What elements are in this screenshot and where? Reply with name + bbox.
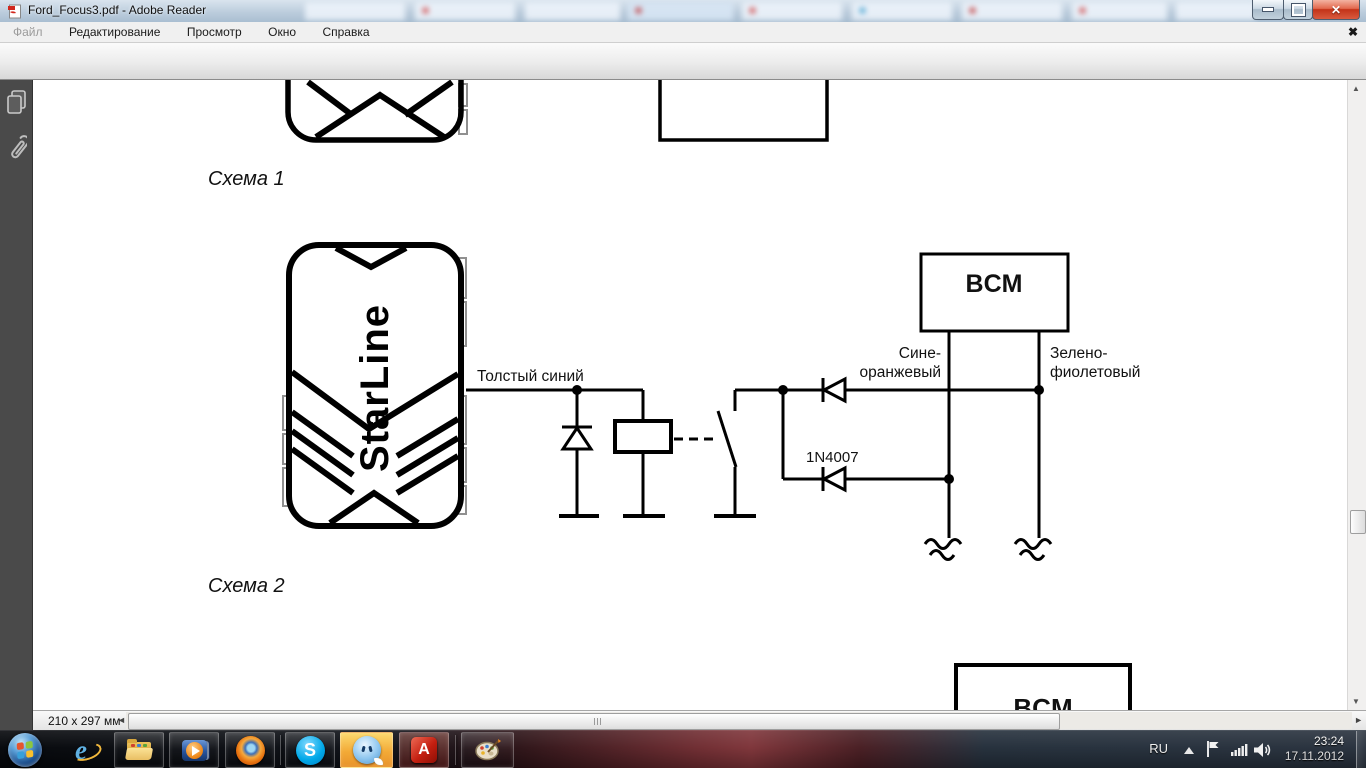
action-center-flag-icon[interactable] bbox=[1206, 740, 1220, 758]
title-bar: Ford_Focus3.pdf - Adobe Reader ✕ bbox=[0, 0, 1366, 22]
windows-start-icon bbox=[8, 733, 42, 767]
document-page[interactable]: Схема 1 StarLine bbox=[33, 80, 1347, 710]
background-browser-tab bbox=[415, 2, 515, 20]
taskbar-separator bbox=[455, 735, 456, 765]
horizontal-scrollbar-thumb[interactable] bbox=[128, 713, 1060, 730]
media-player-icon bbox=[182, 740, 207, 761]
taskbar-adobe-reader[interactable]: A bbox=[399, 732, 449, 768]
attachments-paperclip-icon[interactable] bbox=[7, 132, 27, 166]
internet-explorer-icon: e bbox=[75, 735, 87, 765]
circuit-diagram: Схема 1 StarLine bbox=[33, 80, 1347, 710]
wire-label-green-violet-1: Зелено- bbox=[1050, 345, 1107, 362]
volume-icon[interactable] bbox=[1254, 743, 1272, 757]
close-button[interactable]: ✕ bbox=[1312, 0, 1360, 20]
background-browser-tab bbox=[525, 2, 620, 20]
relay-coil-box bbox=[615, 421, 671, 452]
network-signal-icon[interactable] bbox=[1231, 744, 1248, 756]
tray-language-indicator[interactable]: RU bbox=[1149, 741, 1168, 756]
close-document-icon[interactable]: ✖ bbox=[1348, 25, 1358, 39]
page-thumbnails-icon[interactable] bbox=[7, 90, 27, 116]
menu-view[interactable]: Просмотр bbox=[176, 22, 253, 42]
start-button[interactable] bbox=[5, 732, 45, 768]
background-browser-tab bbox=[1176, 2, 1256, 20]
show-desktop-button[interactable] bbox=[1356, 731, 1366, 769]
taskbar-mailru-agent[interactable] bbox=[340, 732, 393, 768]
scheme2-caption: Схема 2 bbox=[208, 575, 285, 597]
scroll-up-icon[interactable]: ▲ bbox=[1352, 84, 1362, 93]
pdf-document-icon bbox=[7, 4, 22, 19]
taskbar-internet-explorer[interactable]: e bbox=[58, 732, 104, 768]
background-browser-tab bbox=[305, 2, 405, 20]
taskbar-firefox[interactable] bbox=[225, 732, 275, 768]
wire-label-thick-blue: Толстый синий bbox=[477, 368, 584, 385]
status-bar: 210 x 297 мм ◄ ► bbox=[33, 710, 1366, 730]
taskbar-windows-explorer[interactable] bbox=[114, 732, 164, 768]
taskbar-separator bbox=[280, 735, 281, 765]
menu-bar: Файл Редактирование Просмотр Окно Справк… bbox=[0, 22, 1366, 42]
bcm-label: BCM bbox=[966, 270, 1023, 298]
mailru-agent-icon bbox=[353, 736, 381, 764]
menu-edit[interactable]: Редактирование bbox=[58, 22, 171, 42]
restore-icon bbox=[1292, 4, 1305, 16]
scheme1-caption: Схема 1 bbox=[208, 168, 285, 190]
taskbar-media-player[interactable] bbox=[169, 732, 219, 768]
starline-unit: StarLine bbox=[283, 245, 466, 526]
firefox-icon bbox=[236, 736, 265, 765]
scroll-left-icon[interactable]: ◄ bbox=[117, 715, 126, 725]
minimize-button[interactable] bbox=[1252, 0, 1284, 20]
taskbar-skype[interactable]: S bbox=[285, 732, 335, 768]
scrollbar-grip-icon bbox=[594, 718, 603, 725]
page-size-label: 210 x 297 мм bbox=[48, 714, 121, 728]
background-browser-tab bbox=[1072, 2, 1167, 20]
menu-file[interactable]: Файл bbox=[2, 22, 54, 42]
toolbar: 10 / 11 150% ▼ bbox=[0, 42, 1366, 80]
restore-button[interactable] bbox=[1283, 0, 1313, 20]
wire-label-green-violet-2: фиолетовый bbox=[1050, 364, 1140, 381]
wire-label-blue-orange-1: Сине- bbox=[899, 345, 941, 362]
tray-clock[interactable]: 23:24 17.11.2012 bbox=[1285, 734, 1344, 764]
tray-date: 17.11.2012 bbox=[1285, 749, 1344, 764]
diode-symbols bbox=[562, 378, 845, 491]
horizontal-scrollbar[interactable] bbox=[126, 712, 1352, 729]
bcm-bottom-label: BCM bbox=[1013, 693, 1072, 710]
skype-icon: S bbox=[296, 736, 325, 765]
background-browser-tab bbox=[628, 2, 733, 20]
menu-help[interactable]: Справка bbox=[311, 22, 380, 42]
scheme2-wiring bbox=[466, 331, 1051, 560]
window-title: Ford_Focus3.pdf - Adobe Reader bbox=[28, 3, 206, 17]
scheme1-partial bbox=[288, 80, 827, 140]
starline-logo-text: StarLine bbox=[353, 304, 397, 472]
minimize-icon bbox=[1262, 7, 1274, 12]
vertical-scrollbar-thumb[interactable] bbox=[1350, 510, 1366, 534]
vertical-scrollbar[interactable]: ▲ ▼ bbox=[1347, 80, 1366, 710]
adobe-reader-icon: A bbox=[411, 737, 437, 763]
background-browser-tab bbox=[742, 2, 842, 20]
background-browser-tab bbox=[852, 2, 952, 20]
scroll-down-icon[interactable]: ▼ bbox=[1352, 697, 1362, 706]
paint-icon bbox=[474, 737, 502, 763]
window-controls: ✕ bbox=[1253, 0, 1360, 20]
close-icon: ✕ bbox=[1331, 3, 1341, 17]
scroll-right-icon[interactable]: ► bbox=[1354, 715, 1363, 725]
tray-expand-icon[interactable] bbox=[1184, 747, 1194, 755]
background-browser-tab bbox=[962, 2, 1062, 20]
diode-part-label: 1N4007 bbox=[806, 449, 859, 466]
wire-label-blue-orange-2: оранжевый bbox=[860, 364, 941, 381]
taskbar: e S A RU bbox=[0, 730, 1366, 768]
tray-time: 23:24 bbox=[1285, 734, 1344, 749]
navigation-sidebar bbox=[0, 80, 33, 730]
menu-window[interactable]: Окно bbox=[257, 22, 307, 42]
windows-explorer-icon bbox=[125, 738, 153, 762]
taskbar-paint[interactable] bbox=[461, 732, 514, 768]
